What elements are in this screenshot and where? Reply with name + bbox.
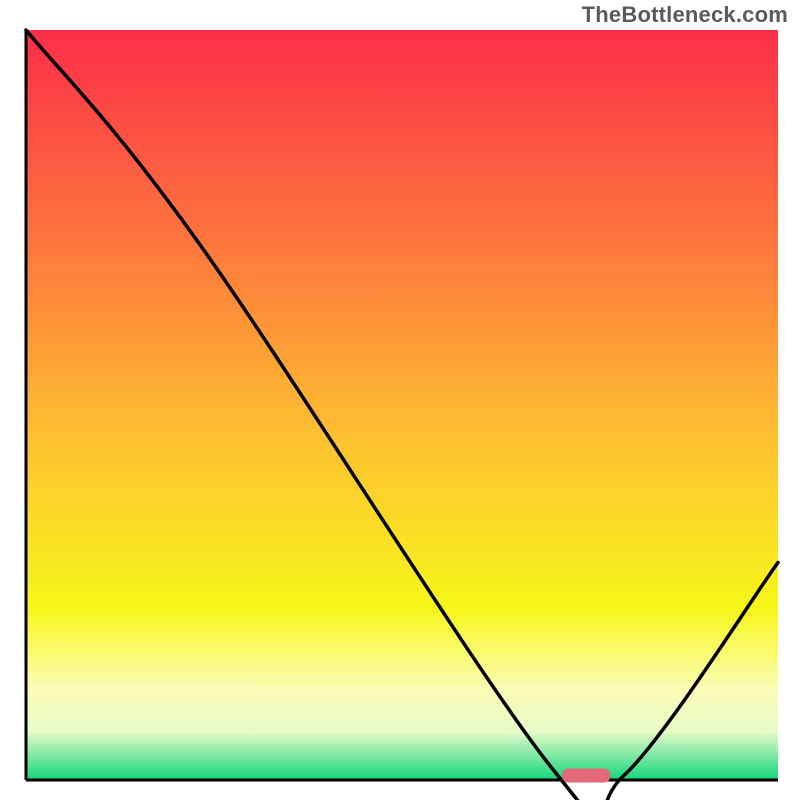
watermark-label: TheBottleneck.com <box>582 2 788 28</box>
chart-container: TheBottleneck.com <box>0 0 800 800</box>
plot-background <box>26 30 778 780</box>
bottleneck-chart <box>0 0 800 800</box>
optimal-range-marker <box>562 769 610 783</box>
